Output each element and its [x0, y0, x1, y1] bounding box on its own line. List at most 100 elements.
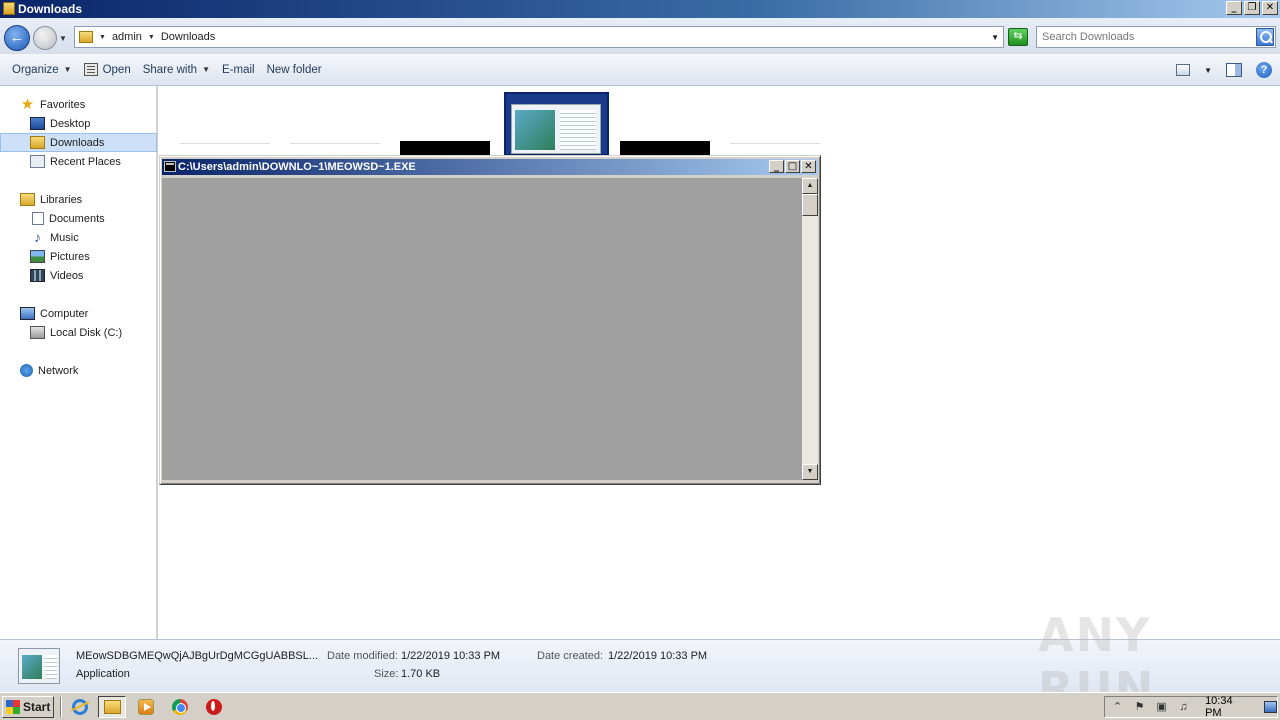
sidebar-item-label: Local Disk (C:)	[50, 326, 123, 339]
sidebar-item-favorites[interactable]: ★ Favorites	[0, 95, 157, 114]
chevron-down-icon[interactable]: ▼	[99, 34, 106, 41]
explorer-folder-icon	[103, 700, 121, 714]
address-dropdown-icon[interactable]: ▼	[991, 33, 999, 42]
sidebar-item-label: Recent Places	[50, 155, 121, 168]
date-modified-value: 1/22/2019 10:33 PM	[401, 650, 501, 662]
new-folder-label: New folder	[266, 63, 322, 76]
console-minimize-button[interactable]: _	[769, 160, 784, 173]
taskbar-separator	[60, 697, 62, 717]
recent-places-icon	[30, 155, 45, 168]
refresh-button[interactable]: ⇆	[1008, 28, 1028, 46]
size-label: Size:	[374, 668, 399, 680]
downloads-folder-icon	[30, 136, 45, 149]
window-title-bar[interactable]: Downloads _ ❐ ✕	[0, 0, 1280, 18]
sidebar-item-label: Documents	[49, 212, 105, 225]
new-folder-button[interactable]: New folder	[261, 58, 328, 82]
chevron-down-icon[interactable]: ▼	[1204, 66, 1212, 75]
taskbar-opera[interactable]	[200, 696, 228, 718]
taskbar-explorer[interactable]	[98, 696, 126, 718]
search-box[interactable]	[1036, 26, 1276, 48]
address-row: ← → ▼ ▼ admin ▼ Downloads ▼ ⇆	[0, 18, 1280, 54]
start-label: Start	[23, 700, 51, 714]
email-button[interactable]: E-mail	[216, 58, 261, 82]
back-button[interactable]: ←	[4, 25, 30, 51]
scroll-down-icon[interactable]: ▼	[802, 464, 818, 480]
pictures-icon	[30, 250, 45, 263]
sidebar-item-music[interactable]: ♪ Music	[0, 228, 157, 247]
forward-button[interactable]: →	[33, 26, 57, 50]
minimize-button[interactable]: _	[1226, 1, 1242, 15]
organize-button[interactable]: Organize ▼	[6, 58, 78, 82]
clock[interactable]: 10:34 PM	[1205, 695, 1249, 719]
console-scrollbar[interactable]: ▲ ▼	[802, 178, 818, 480]
sidebar-item-pictures[interactable]: Pictures	[0, 247, 157, 266]
file-name: MEowSDBGMEQwQjAJBgUrDgMCGgUABBSL...	[76, 650, 319, 662]
application-icon	[511, 104, 601, 154]
sidebar-item-label: Network	[38, 364, 79, 377]
view-controls: ▼ ?	[1176, 62, 1272, 78]
close-button[interactable]: ✕	[1262, 1, 1278, 15]
console-window-controls: _ □ ✕	[769, 160, 816, 173]
email-label: E-mail	[222, 63, 255, 76]
taskbar-chrome[interactable]	[166, 696, 194, 718]
file-thumbnail[interactable]	[290, 143, 380, 155]
volume-icon[interactable]: ♫	[1177, 700, 1190, 714]
sidebar-item-downloads[interactable]: Downloads	[0, 133, 157, 152]
network-tray-icon[interactable]: ▣	[1155, 700, 1168, 714]
sidebar-item-label: Libraries	[40, 193, 83, 206]
open-button[interactable]: Open	[78, 58, 137, 82]
file-thumbnail[interactable]	[180, 143, 270, 155]
libraries-icon	[20, 193, 35, 206]
sidebar-item-label: Downloads	[50, 136, 105, 149]
selected-file-thumbnail[interactable]	[504, 92, 609, 156]
sidebar-item-local-disk[interactable]: Local Disk (C:)	[0, 323, 157, 342]
sidebar-item-network[interactable]: Network	[0, 361, 157, 380]
sidebar-item-label: Favorites	[40, 98, 86, 111]
address-bar[interactable]: ▼ admin ▼ Downloads ▼	[74, 26, 1004, 48]
window-controls: _ ❐ ✕	[1226, 1, 1278, 15]
preview-pane-icon[interactable]	[1226, 63, 1242, 77]
arrow-right-icon: →	[38, 30, 52, 45]
disk-icon	[30, 326, 45, 339]
file-thumbnail[interactable]	[730, 143, 820, 155]
change-view-icon[interactable]	[1176, 64, 1191, 76]
recent-pages-dropdown[interactable]: ▼	[59, 34, 67, 43]
window-title: Downloads	[18, 2, 83, 16]
search-icon[interactable]	[1256, 28, 1274, 46]
windows-logo-icon	[6, 700, 20, 714]
taskbar-ie[interactable]	[66, 696, 94, 718]
sidebar-item-libraries[interactable]: Libraries	[0, 190, 157, 209]
chrome-icon	[172, 699, 188, 715]
restore-button[interactable]: ❐	[1244, 1, 1260, 15]
sidebar-item-recent-places[interactable]: Recent Places	[0, 152, 157, 171]
show-desktop-icon[interactable]	[1263, 701, 1277, 713]
console-title-bar[interactable]: C:\Users\admin\DOWNLO~1\MEOWSD~1.EXE _ □…	[162, 159, 818, 175]
chevron-down-icon[interactable]: ▼	[148, 34, 155, 41]
share-with-button[interactable]: Share with ▼	[137, 58, 216, 82]
search-input[interactable]	[1042, 27, 1252, 47]
sidebar-item-videos[interactable]: Videos	[0, 266, 157, 285]
sidebar-item-computer[interactable]: Computer	[0, 304, 157, 323]
console-output-area[interactable]	[162, 178, 802, 480]
file-thumbnail[interactable]	[620, 141, 710, 155]
breadcrumb-downloads[interactable]: Downloads	[161, 31, 215, 43]
scroll-thumb[interactable]	[802, 194, 818, 216]
scroll-up-icon[interactable]: ▲	[802, 178, 818, 194]
action-center-flag-icon[interactable]: ⚑	[1133, 700, 1146, 714]
console-close-button[interactable]: ✕	[801, 160, 816, 173]
show-hidden-icons-icon[interactable]: ⌃	[1111, 700, 1124, 714]
file-type: Application	[76, 668, 130, 680]
console-maximize-button[interactable]: □	[785, 160, 800, 173]
organize-label: Organize	[12, 63, 59, 76]
help-icon[interactable]: ?	[1256, 62, 1272, 78]
sidebar-item-documents[interactable]: Documents	[0, 209, 157, 228]
folder-icon	[79, 31, 93, 43]
taskbar-media-player[interactable]	[132, 696, 160, 718]
sidebar-item-desktop[interactable]: Desktop	[0, 114, 157, 133]
star-icon: ★	[20, 96, 35, 113]
breadcrumb-admin[interactable]: admin	[112, 31, 142, 43]
console-window[interactable]: C:\Users\admin\DOWNLO~1\MEOWSD~1.EXE _ □…	[159, 155, 821, 485]
file-thumbnail[interactable]	[400, 141, 490, 155]
start-button[interactable]: Start	[2, 696, 54, 718]
date-modified-label: Date modified:	[327, 650, 398, 662]
